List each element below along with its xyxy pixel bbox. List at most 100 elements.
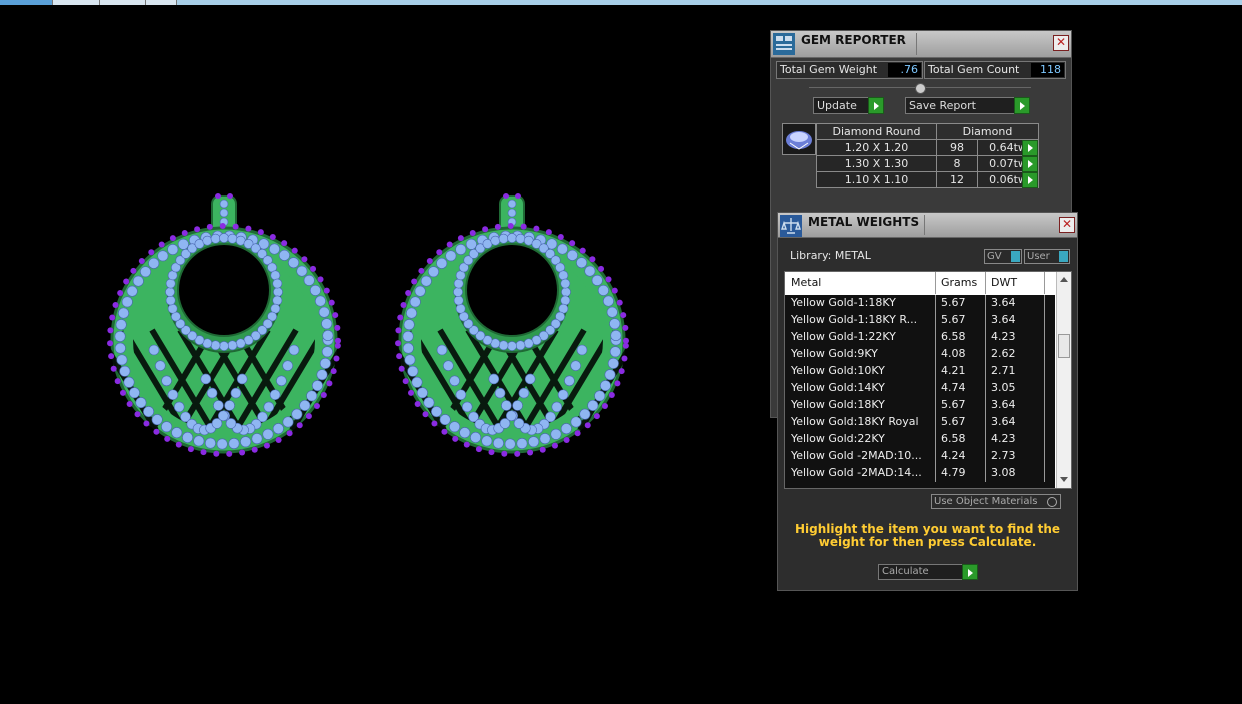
gem-table-header-type: Diamond <box>936 123 1039 140</box>
metal-weights-titlebar[interactable]: METAL WEIGHTS ✕ <box>778 213 1077 238</box>
calculate-go-icon <box>962 564 978 580</box>
metal-name: Yellow Gold-1:18KY R... <box>791 313 918 326</box>
gem-row-1-go-button[interactable] <box>1022 140 1038 156</box>
metal-list-header: Metal Grams DWT <box>785 272 1055 294</box>
metal-list[interactable]: Metal Grams DWT Yellow Gold-1:18KY 5.67 3.… <box>784 271 1072 489</box>
total-gem-weight-field: Total Gem Weight .76 <box>776 61 923 79</box>
total-gem-count-label: Total Gem Count <box>928 63 1020 76</box>
metal-dwt: 3.64 <box>991 313 1016 326</box>
update-go-icon <box>868 97 884 114</box>
metal-grams: 4.08 <box>941 347 966 360</box>
metal-list-scrollbar[interactable] <box>1056 272 1071 488</box>
earring-left <box>104 193 344 457</box>
save-report-button[interactable]: Save Report <box>905 97 1030 114</box>
gem-reporter-icon <box>773 33 795 55</box>
metal-dwt: 2.62 <box>991 347 1016 360</box>
earring-right <box>392 193 632 457</box>
splitter-handle[interactable] <box>809 83 1031 94</box>
metal-dwt: 3.64 <box>991 296 1016 309</box>
metal-name: Yellow Gold:9KY <box>791 347 878 360</box>
metal-grams: 6.58 <box>941 432 966 445</box>
column-header-grams[interactable]: Grams <box>941 276 977 289</box>
gem-row-2-go-button[interactable] <box>1022 156 1038 172</box>
splitter-knob-icon[interactable] <box>915 83 926 94</box>
gem-table-row[interactable]: 1.30 X 1.30 8 0.07tw <box>816 155 1039 172</box>
gem-table-row[interactable]: 1.20 X 1.20 98 0.64tw <box>816 139 1039 156</box>
gem-reporter-close-icon[interactable]: ✕ <box>1053 35 1069 51</box>
tab-1[interactable] <box>0 0 53 5</box>
total-gem-weight-label: Total Gem Weight <box>780 63 878 76</box>
use-object-materials-radio-icon <box>1047 497 1057 507</box>
metal-list-row[interactable]: Yellow Gold -2MAD:10... 4.24 2.73 <box>785 448 1055 465</box>
update-button[interactable]: Update <box>813 97 884 114</box>
metal-list-row[interactable]: Yellow Gold:10KY 4.21 2.71 <box>785 363 1055 380</box>
use-object-materials-toggle[interactable]: Use Object Materials <box>931 494 1061 509</box>
tab-2[interactable] <box>53 0 100 5</box>
top-toolbar-strip <box>0 0 1242 5</box>
calculate-hint: Highlight the item you want to find the … <box>794 522 1061 549</box>
user-toggle-knob-icon <box>1059 251 1068 262</box>
user-toggle[interactable]: User <box>1024 249 1070 264</box>
gv-toggle-knob-icon <box>1011 251 1020 262</box>
3d-viewport[interactable] <box>0 6 765 704</box>
metal-list-row[interactable]: Yellow Gold:9KY 4.08 2.62 <box>785 346 1055 363</box>
use-object-materials-label: Use Object Materials <box>934 496 1038 507</box>
metal-grams: 5.67 <box>941 415 966 428</box>
metal-weights-icon <box>780 215 802 237</box>
tab-4[interactable] <box>146 0 177 5</box>
metal-grams: 6.58 <box>941 330 966 343</box>
gem-count: 12 <box>935 171 979 188</box>
metal-name: Yellow Gold -2MAD:10... <box>791 449 922 462</box>
scroll-up-arrow-icon[interactable] <box>1060 277 1068 282</box>
metal-grams: 4.21 <box>941 364 966 377</box>
gv-toggle-label: GV <box>987 251 1002 262</box>
gem-count: 98 <box>935 139 979 156</box>
metal-dwt: 4.23 <box>991 432 1016 445</box>
metal-weights-title: METAL WEIGHTS <box>808 215 920 229</box>
column-header-dwt[interactable]: DWT <box>991 276 1017 289</box>
user-toggle-label: User <box>1027 251 1050 262</box>
metal-list-row[interactable]: Yellow Gold:14KY 4.74 3.05 <box>785 380 1055 397</box>
metal-name: Yellow Gold:18KY <box>791 398 885 411</box>
metal-dwt: 2.71 <box>991 364 1016 377</box>
metal-list-row[interactable]: Yellow Gold-1:22KY 6.58 4.23 <box>785 329 1055 346</box>
metal-dwt: 4.23 <box>991 330 1016 343</box>
calculate-button-label: Calculate <box>882 566 929 577</box>
gv-toggle[interactable]: GV <box>984 249 1022 264</box>
metal-name: Yellow Gold:14KY <box>791 381 885 394</box>
metal-grams: 4.24 <box>941 449 966 462</box>
metal-list-row[interactable]: Yellow Gold:18KY 5.67 3.64 <box>785 397 1055 414</box>
metal-list-row[interactable]: Yellow Gold-1:18KY 5.67 3.64 <box>785 295 1055 312</box>
total-gem-count-field: Total Gem Count 118 <box>924 61 1066 79</box>
scroll-thumb[interactable] <box>1058 334 1070 358</box>
metal-name: Yellow Gold-1:18KY <box>791 296 896 309</box>
metal-weights-close-icon[interactable]: ✕ <box>1059 217 1075 233</box>
metal-list-row[interactable]: Yellow Gold:18KY Royal 5.67 3.64 <box>785 414 1055 431</box>
save-report-go-icon <box>1014 97 1030 114</box>
metal-dwt: 3.64 <box>991 415 1016 428</box>
metal-dwt: 3.05 <box>991 381 1016 394</box>
metal-dwt: 3.08 <box>991 466 1016 479</box>
metal-name: Yellow Gold:18KY Royal <box>791 415 919 428</box>
gem-row-3-go-button[interactable] <box>1022 172 1038 188</box>
calculate-button[interactable]: Calculate <box>878 564 978 580</box>
metal-name: Yellow Gold -2MAD:14... <box>791 466 922 479</box>
metal-list-row[interactable]: Yellow Gold-1:18KY R... 5.67 3.64 <box>785 312 1055 329</box>
diamond-round-thumbnail-icon[interactable] <box>782 123 816 155</box>
column-header-metal[interactable]: Metal <box>791 276 821 289</box>
gem-size: 1.10 X 1.10 <box>816 171 937 188</box>
tab-3[interactable] <box>100 0 146 5</box>
metal-list-row[interactable]: Yellow Gold:22KY 6.58 4.23 <box>785 431 1055 448</box>
save-report-button-label: Save Report <box>909 99 976 112</box>
scroll-down-arrow-icon[interactable] <box>1060 477 1068 482</box>
gem-size: 1.30 X 1.30 <box>816 155 937 172</box>
metal-list-partial-row <box>785 482 1055 488</box>
metal-list-row[interactable]: Yellow Gold -2MAD:14... 4.79 3.08 <box>785 465 1055 482</box>
metal-grams: 4.74 <box>941 381 966 394</box>
gem-reporter-titlebar[interactable]: GEM REPORTER ✕ <box>771 31 1071 58</box>
metal-grams: 5.67 <box>941 398 966 411</box>
metal-grams: 4.79 <box>941 466 966 479</box>
update-button-label: Update <box>817 99 857 112</box>
gem-table-row[interactable]: 1.10 X 1.10 12 0.06tw <box>816 171 1039 188</box>
gem-count: 8 <box>935 155 979 172</box>
